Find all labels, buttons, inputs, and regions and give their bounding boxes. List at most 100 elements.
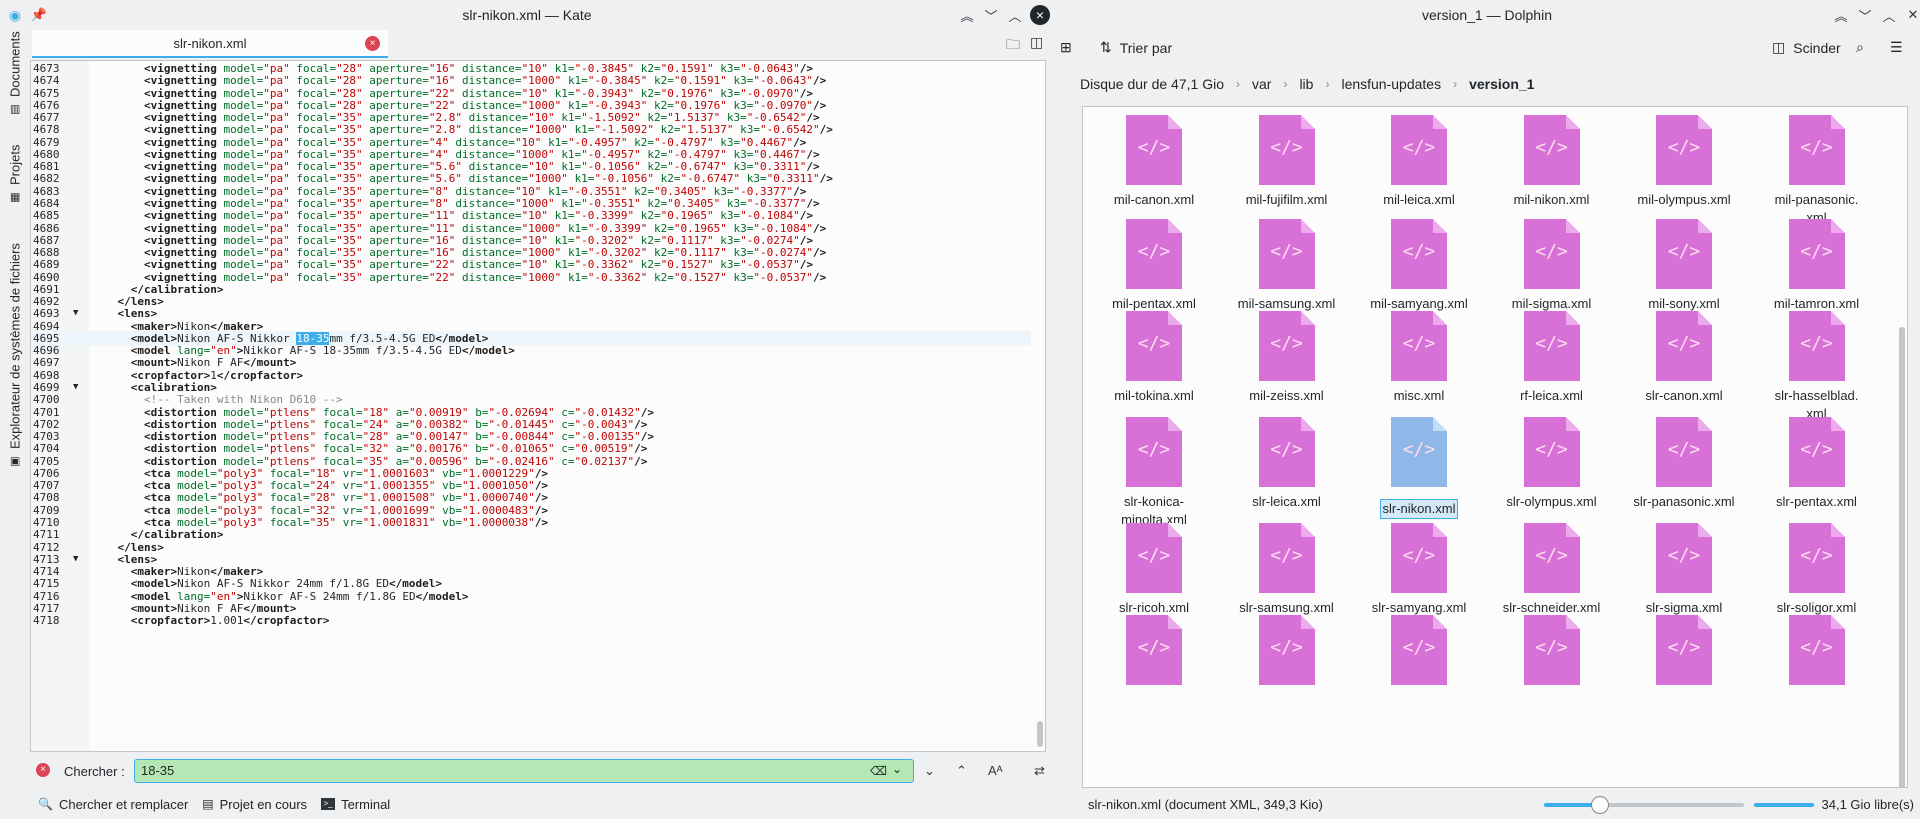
file-item[interactable]: </> bbox=[1356, 615, 1482, 685]
file-item[interactable]: </> mil-sony.xml bbox=[1621, 219, 1747, 313]
file-item[interactable]: </> slr-canon.xml bbox=[1621, 311, 1747, 405]
file-item[interactable]: </> slr-samyang.xml bbox=[1356, 523, 1482, 617]
kate-titlebar: ◉ 📌 slr-nikon.xml — Kate ︽ ﹀ ︿ × bbox=[0, 0, 1054, 30]
file-item[interactable]: </> mil-canon.xml bbox=[1091, 115, 1217, 209]
file-item[interactable]: </> slr-panasonic.xml bbox=[1621, 417, 1747, 511]
search-icon[interactable]: ⌕ bbox=[1856, 39, 1864, 56]
sidebar-tab-projects[interactable]: ▦ Projets bbox=[4, 136, 26, 204]
split-view-icon[interactable]: ◫ bbox=[1030, 34, 1043, 51]
minimize-button[interactable]: ﹀ bbox=[1854, 4, 1876, 26]
file-item[interactable]: </> slr-pentax.xml bbox=[1754, 417, 1880, 511]
file-item[interactable]: </> mil-olympus.xml bbox=[1621, 115, 1747, 209]
xml-file-icon: </> bbox=[1391, 219, 1447, 289]
file-item[interactable]: </> bbox=[1224, 615, 1350, 685]
code-line[interactable]: 4718 <cropfactor>1.001</cropfactor> bbox=[31, 613, 1031, 628]
file-item[interactable]: </> mil-sigma.xml bbox=[1489, 219, 1615, 313]
breadcrumb-item[interactable]: lensfun-updates bbox=[1341, 76, 1441, 92]
documents-icon: ▤ bbox=[8, 104, 22, 116]
file-item[interactable]: </> slr-samsung.xml bbox=[1224, 523, 1350, 617]
file-item[interactable]: </> mil-panasonic. xml bbox=[1754, 115, 1880, 227]
breadcrumb-item[interactable]: Disque dur de 47,1 Gio bbox=[1080, 76, 1224, 92]
file-view[interactable]: </> mil-canon.xml </> mil-fujifilm.xml </> mi… bbox=[1082, 106, 1908, 788]
file-item[interactable]: </> misc.xml bbox=[1356, 311, 1482, 405]
split-button[interactable]: ◫ Scinder bbox=[1772, 39, 1841, 56]
file-item[interactable]: </> mil-fujifilm.xml bbox=[1224, 115, 1350, 209]
file-name: mil-tokina.xml bbox=[1114, 388, 1194, 403]
file-item[interactable]: </> slr-sigma.xml bbox=[1621, 523, 1747, 617]
code-editor[interactable]: 4673 <vignetting model="pa" focal="28" a… bbox=[30, 60, 1046, 752]
file-item[interactable]: </> slr-soligor.xml bbox=[1754, 523, 1880, 617]
quick-open-icon[interactable]: 🗀 bbox=[1006, 34, 1020, 58]
zoom-slider[interactable] bbox=[1544, 796, 1744, 814]
file-item-selected[interactable]: </> slr-nikon.xml bbox=[1356, 417, 1482, 519]
keep-above-button[interactable]: ︽ bbox=[1830, 4, 1852, 26]
switch-replace-icon[interactable]: ⇄ bbox=[1034, 763, 1045, 779]
file-name: slr-canon.xml bbox=[1645, 388, 1723, 403]
xml-file-icon: </> bbox=[1656, 615, 1712, 685]
file-item[interactable]: </> mil-samyang.xml bbox=[1356, 219, 1482, 313]
xml-file-icon: </> bbox=[1788, 311, 1845, 381]
file-item[interactable]: </> slr-leica.xml bbox=[1224, 417, 1350, 511]
xml-file-icon: </> bbox=[1523, 311, 1580, 381]
file-item[interactable]: </> bbox=[1091, 615, 1217, 685]
minimize-button[interactable]: ﹀ bbox=[980, 4, 1002, 26]
xml-file-icon: </> bbox=[1788, 417, 1845, 487]
kate-bottom-bar: 🔍 Chercher et remplacer ▤ Projet en cour… bbox=[30, 789, 1054, 819]
search-options-icon[interactable]: Aᴬ bbox=[988, 763, 1003, 778]
document-tabbar: slr-nikon.xml × 🗀 ◫ bbox=[30, 30, 1054, 58]
file-item[interactable]: </> mil-nikon.xml bbox=[1489, 115, 1615, 209]
find-next-button[interactable]: ⌄ bbox=[924, 763, 935, 779]
file-item[interactable]: </> slr-konica-minolta.xml bbox=[1091, 417, 1217, 529]
maximize-button[interactable]: ︿ bbox=[1004, 4, 1026, 26]
file-item[interactable]: </> mil-tamron.xml bbox=[1754, 219, 1880, 313]
file-item[interactable]: </> slr-olympus.xml bbox=[1489, 417, 1615, 511]
breadcrumb-item[interactable]: var bbox=[1252, 76, 1271, 92]
file-item[interactable]: </> slr-schneider.xml bbox=[1489, 523, 1615, 617]
file-item[interactable]: </> mil-pentax.xml bbox=[1091, 219, 1217, 313]
file-item[interactable]: </> mil-leica.xml bbox=[1356, 115, 1482, 209]
xml-file-icon: </> bbox=[1126, 115, 1182, 185]
file-item[interactable]: </> mil-zeiss.xml bbox=[1224, 311, 1350, 405]
kate-app-icon[interactable]: ◉ bbox=[4, 4, 26, 26]
xml-file-icon: </> bbox=[1126, 311, 1182, 381]
hamburger-menu-icon[interactable]: ☰ bbox=[1890, 39, 1903, 56]
view-mode-icon[interactable]: ⊞ bbox=[1060, 39, 1072, 56]
breadcrumb-current[interactable]: version_1 bbox=[1469, 76, 1534, 92]
keep-above-button[interactable]: ︽ bbox=[956, 4, 978, 26]
kate-close-button[interactable]: × bbox=[1030, 5, 1050, 25]
document-tab[interactable]: slr-nikon.xml × bbox=[32, 30, 388, 58]
sort-button[interactable]: ⇅ Trier par bbox=[1100, 39, 1172, 56]
file-view-scrollbar[interactable] bbox=[1899, 327, 1905, 787]
sidebar-tab-documents[interactable]: ▤ Documents bbox=[4, 31, 26, 116]
find-previous-button[interactable]: ⌃ bbox=[956, 763, 967, 779]
search-input[interactable]: 18-35 bbox=[134, 759, 914, 783]
zoom-slider-handle[interactable] bbox=[1591, 796, 1609, 814]
file-item[interactable]: </> rf-leica.xml bbox=[1489, 311, 1615, 405]
search-replace-button[interactable]: 🔍 Chercher et remplacer bbox=[38, 797, 188, 812]
file-item[interactable]: </> slr-hasselblad. xml bbox=[1754, 311, 1880, 423]
clear-search-icon[interactable]: ⌫ bbox=[870, 764, 887, 778]
current-project-button[interactable]: ▤ Projet en cours bbox=[202, 797, 307, 812]
editor-scrollbar[interactable] bbox=[1037, 721, 1043, 747]
close-search-icon[interactable]: × bbox=[36, 763, 50, 777]
file-name: slr-sigma.xml bbox=[1645, 600, 1723, 615]
file-item[interactable]: </> bbox=[1754, 615, 1880, 685]
close-button[interactable]: ✕ bbox=[1902, 4, 1920, 26]
xml-file-icon: </> bbox=[1656, 219, 1712, 289]
file-item[interactable]: </> slr-ricoh.xml bbox=[1091, 523, 1217, 617]
close-tab-icon[interactable]: × bbox=[365, 36, 380, 51]
search-history-dropdown-icon[interactable]: ⌄ bbox=[892, 762, 902, 776]
xml-file-icon: </> bbox=[1523, 417, 1580, 487]
breadcrumb-item[interactable]: lib bbox=[1299, 76, 1313, 92]
sidebar-tab-filesystem[interactable]: ▣ Explorateur de systèmes de fichiers bbox=[4, 218, 26, 468]
terminal-button[interactable]: >_ Terminal bbox=[321, 797, 390, 812]
pin-icon[interactable]: 📌 bbox=[28, 4, 50, 26]
file-item[interactable]: </> mil-tokina.xml bbox=[1091, 311, 1217, 405]
maximize-button[interactable]: ︿ bbox=[1878, 4, 1900, 26]
xml-file-icon: </> bbox=[1523, 115, 1580, 185]
file-item[interactable]: </> bbox=[1489, 615, 1615, 685]
file-name: mil-sigma.xml bbox=[1511, 296, 1592, 311]
file-name: mil-sony.xml bbox=[1648, 296, 1720, 311]
file-item[interactable]: </> mil-samsung.xml bbox=[1224, 219, 1350, 313]
file-item[interactable]: </> bbox=[1621, 615, 1747, 685]
